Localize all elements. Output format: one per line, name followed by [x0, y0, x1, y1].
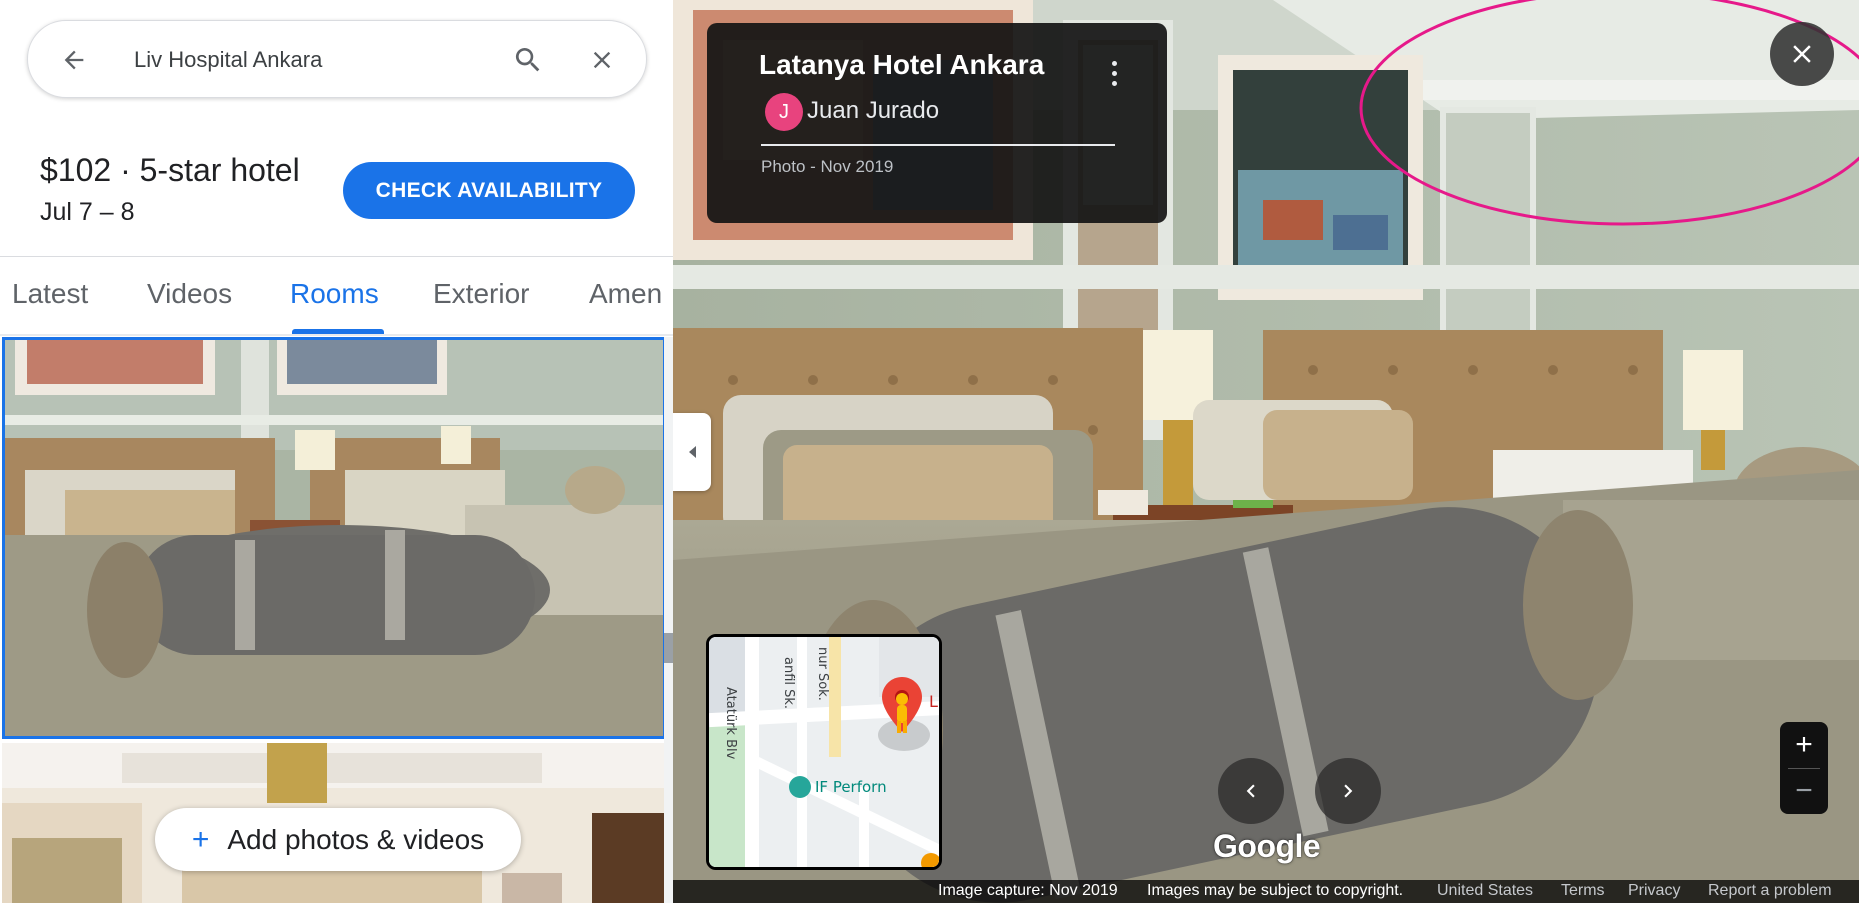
clear-search-button[interactable]: [584, 42, 620, 78]
minimap[interactable]: Atatürk Blv anfil Sk. nur Sok. IF Perfor…: [706, 634, 942, 870]
add-photos-label: Add photos & videos: [227, 823, 485, 855]
minimap-image: Atatürk Blv anfil Sk. nur Sok. IF Perfor…: [709, 637, 939, 867]
author-avatar[interactable]: J: [765, 93, 803, 131]
map-place-label: L: [929, 692, 938, 711]
chevron-right-icon: [1344, 784, 1353, 798]
tab-latest[interactable]: Latest: [12, 278, 88, 310]
dot-icon: [1111, 80, 1117, 86]
bedroom-thumbnail-image: [5, 340, 663, 736]
dot-icon: [1111, 60, 1117, 66]
zoom-in-button[interactable]: +: [1780, 722, 1828, 768]
copyright-notice: Images may be subject to copyright.: [1147, 882, 1404, 899]
search-icon: [515, 48, 540, 72]
hotel-title[interactable]: Latanya Hotel Ankara: [759, 49, 1044, 81]
check-availability-button[interactable]: CHECK AVAILABILITY: [343, 162, 635, 219]
photo-thumbnail-selected[interactable]: [2, 337, 666, 739]
region-link[interactable]: United States: [1437, 882, 1533, 900]
search-box: [27, 20, 647, 98]
author-divider: [761, 144, 1115, 146]
next-photo-button[interactable]: [1315, 758, 1381, 824]
tab-videos[interactable]: Videos: [147, 278, 232, 310]
scrollbar-track[interactable]: [664, 337, 673, 903]
search-input[interactable]: [134, 43, 494, 77]
active-tab-indicator: [292, 329, 384, 334]
zoom-control: + −: [1780, 722, 1828, 814]
report-problem-link[interactable]: Report a problem: [1708, 882, 1832, 900]
photo-category-tabs: Latest Videos Rooms Exterior Amen: [0, 256, 673, 336]
back-button[interactable]: [56, 42, 92, 78]
privacy-link[interactable]: Privacy: [1628, 882, 1680, 900]
image-capture-date: Image capture: Nov 2019: [938, 882, 1118, 899]
author-name[interactable]: Juan Jurado: [807, 97, 939, 125]
close-icon: [593, 51, 611, 69]
terms-link[interactable]: Terms: [1561, 882, 1605, 900]
collapse-panel-button[interactable]: [673, 413, 711, 491]
previous-photo-button[interactable]: [1218, 758, 1284, 824]
map-street-label: nur Sok.: [815, 647, 830, 701]
tab-amenities[interactable]: Amen: [589, 278, 662, 310]
add-photos-button[interactable]: + Add photos & videos: [155, 808, 521, 871]
photo-date: Photo - Nov 2019: [761, 157, 894, 176]
price-rating-text: $102 · 5-star hotel: [40, 152, 300, 188]
close-icon: [1793, 45, 1811, 63]
dot-icon: [1111, 70, 1117, 76]
place-panel: $102 · 5-star hotel Jul 7 – 8 CHECK AVAI…: [0, 0, 673, 903]
stay-dates[interactable]: Jul 7 – 8: [40, 196, 300, 228]
search-button[interactable]: [510, 42, 546, 78]
hotel-summary: $102 · 5-star hotel Jul 7 – 8: [40, 150, 300, 228]
scrollbar-thumb[interactable]: [664, 633, 673, 663]
close-viewer-button[interactable]: [1770, 22, 1834, 86]
tabs-underline: [0, 334, 673, 336]
more-options-button[interactable]: [1099, 53, 1129, 93]
plus-icon: +: [191, 822, 210, 856]
photo-info-card: Latanya Hotel Ankara J Juan Jurado Photo…: [707, 23, 1167, 223]
chevron-left-icon: [1246, 784, 1255, 798]
map-street-label: anfil Sk.: [781, 657, 796, 709]
map-poi-label: IF Perforn: [815, 778, 887, 796]
zoom-out-button[interactable]: −: [1780, 768, 1828, 814]
tab-exterior[interactable]: Exterior: [433, 278, 529, 310]
google-logo: Google: [1213, 828, 1321, 864]
map-street-label: Atatürk Blv: [723, 687, 738, 760]
caret-left-icon: [689, 446, 696, 458]
tab-rooms[interactable]: Rooms: [290, 278, 379, 310]
photo-viewer[interactable]: Latanya Hotel Ankara J Juan Jurado Photo…: [673, 0, 1859, 903]
arrow-left-icon: [64, 50, 84, 70]
